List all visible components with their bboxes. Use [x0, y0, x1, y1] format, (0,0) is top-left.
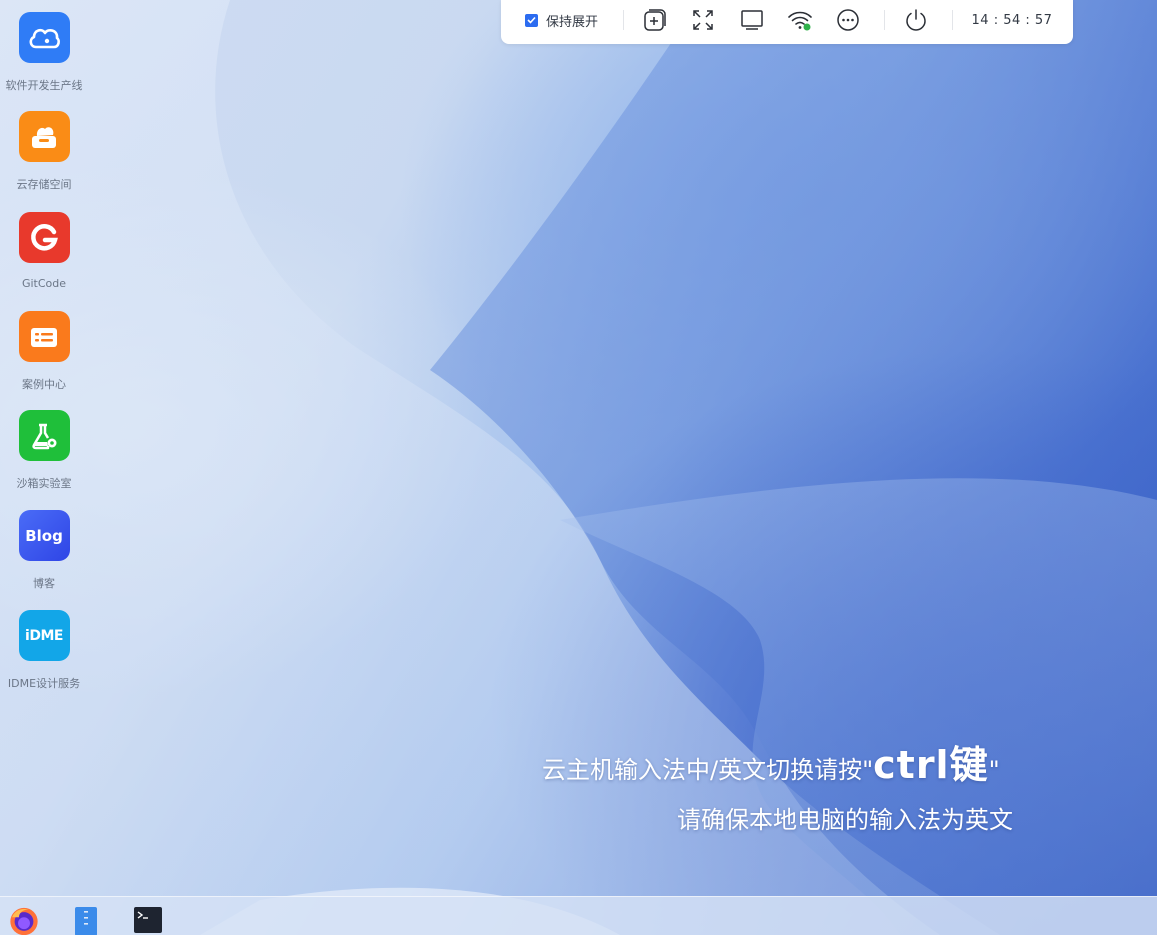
notice-line1-suffix: ": [988, 756, 1000, 784]
notice-line2: 请确保本地电脑的输入法为英文: [677, 806, 1013, 834]
keep-expanded-checkbox[interactable]: [525, 13, 538, 27]
desktop-icon-label: 软件开发生产线: [5, 79, 83, 92]
desktop-icon-sandbox-lab[interactable]: 沙箱实验室: [0, 398, 88, 494]
display-button[interactable]: [738, 0, 766, 40]
keep-expanded-label: 保持展开: [546, 14, 599, 30]
terminal-icon: [134, 907, 162, 933]
desktop-icon-label: 案例中心: [22, 378, 66, 391]
taskbar-terminal[interactable]: [132, 907, 164, 935]
file-manager-icon: [75, 907, 97, 935]
ime-switch-notice: 云主机输入法中/英文切换请按"ctrl键": [542, 734, 1000, 789]
desktop-icon-gitcode[interactable]: GitCode: [0, 200, 88, 296]
ime-english-notice: 请确保本地电脑的输入法为英文: [677, 800, 1013, 835]
keep-expanded-toggle[interactable]: 保持展开: [525, 0, 615, 40]
desktop: 软件开发生产线 云存储空间 GitCode 案例中心 沙箱实验室 Blog 博客…: [0, 0, 1157, 935]
clock: 14 : 54 : 57: [967, 0, 1057, 40]
sandbox-lab-icon: [18, 410, 70, 461]
desktop-icon-label: IDME设计服务: [7, 677, 81, 690]
desktop-icon-label: 博客: [33, 577, 55, 590]
cloud-storage-icon: [18, 111, 70, 162]
idme-icon: iDME: [18, 610, 70, 661]
toolbar-divider: [952, 10, 953, 30]
power-button[interactable]: [902, 0, 930, 40]
wifi-icon: [788, 11, 812, 31]
desktop-icon-case-center[interactable]: 案例中心: [0, 299, 88, 395]
case-center-icon: [18, 311, 70, 362]
new-window-icon: [644, 9, 666, 31]
fullscreen-button[interactable]: [689, 0, 717, 40]
wallpaper-waves: [0, 0, 1157, 935]
cloud-devline-icon: [18, 12, 70, 63]
blog-icon: Blog: [18, 510, 70, 561]
desktop-icon-devline[interactable]: 软件开发生产线: [0, 0, 88, 96]
desktop-icon-label: GitCode: [21, 277, 67, 290]
toolbar-divider: [884, 10, 885, 30]
desktop-icon-idme[interactable]: iDME IDME设计服务: [0, 598, 88, 694]
desktop-icon-cloud-storage[interactable]: 云存储空间: [0, 99, 88, 195]
notice-line1-key: ctrl键: [873, 743, 989, 787]
clock-text: 14 : 54 : 57: [971, 12, 1053, 28]
taskbar-firefox[interactable]: [6, 907, 42, 935]
desktop-icon-blog[interactable]: Blog 博客: [0, 498, 88, 594]
more-button[interactable]: [834, 0, 862, 40]
taskbar-file-manager[interactable]: [72, 907, 100, 935]
power-icon: [906, 9, 926, 31]
network-button[interactable]: [786, 0, 814, 40]
new-window-button[interactable]: [641, 0, 669, 40]
taskbar: [0, 896, 1157, 935]
display-icon: [741, 10, 763, 30]
desktop-icon-label: 沙箱实验室: [16, 477, 72, 490]
remote-toolbar: 保持展开 14: 54: 57: [501, 0, 1073, 44]
fullscreen-icon: [693, 10, 713, 30]
gitcode-icon: [18, 212, 70, 263]
firefox-icon: [10, 907, 38, 935]
toolbar-divider: [623, 10, 624, 30]
notice-line1-prefix: 云主机输入法中/英文切换请按": [542, 756, 874, 784]
more-icon: [837, 9, 859, 31]
desktop-icon-label: 云存储空间: [16, 178, 72, 191]
